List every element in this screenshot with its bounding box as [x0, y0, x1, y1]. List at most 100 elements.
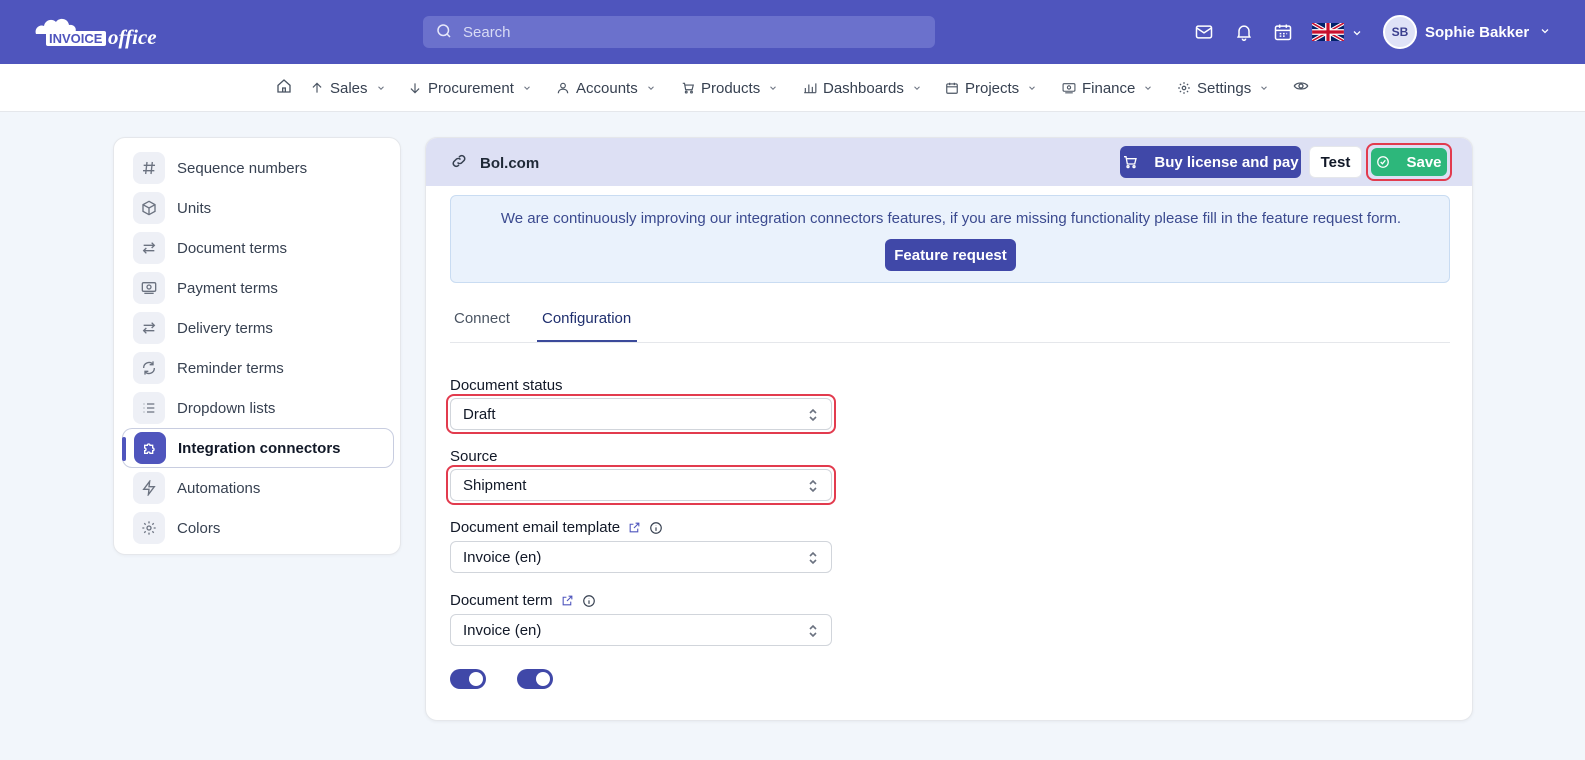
panel-title: Bol.com: [450, 152, 539, 174]
sidebar-item-payment-terms[interactable]: Payment terms: [122, 268, 394, 308]
sidebar-item-reminder-terms[interactable]: Reminder terms: [122, 348, 394, 388]
bell-icon[interactable]: [1234, 22, 1254, 42]
info-text: We are continuously improving our integr…: [500, 210, 1402, 227]
sidebar-item-sequence-numbers[interactable]: Sequence numbers: [122, 148, 394, 188]
mail-icon[interactable]: [1194, 22, 1214, 42]
chevron-down-icon: [1143, 83, 1153, 93]
nav-accounts[interactable]: Accounts: [556, 78, 656, 98]
test-button[interactable]: Test: [1309, 146, 1362, 178]
email-template-select[interactable]: Invoice (en): [450, 541, 832, 573]
document-term-label: Document term: [450, 592, 596, 609]
svg-text:office: office: [108, 25, 157, 49]
connector-panel: Bol.com Buy license and pay Test Save We…: [425, 137, 1473, 721]
nav-label: Finance: [1082, 79, 1136, 97]
nav-label: Procurement: [428, 79, 514, 97]
field-label-text: Source: [450, 448, 498, 465]
tab-active-underline: [537, 340, 637, 342]
arrows-swap-icon: [133, 232, 165, 264]
banknote-icon: [133, 272, 165, 304]
nav-procurement[interactable]: Procurement: [408, 78, 532, 98]
sidebar-item-document-terms[interactable]: Document terms: [122, 228, 394, 268]
settings-sidebar: Sequence numbers Units Document terms Pa…: [113, 137, 401, 555]
chevron-down-icon: [1259, 83, 1269, 93]
info-icon[interactable]: [649, 521, 663, 535]
nav-dashboards[interactable]: Dashboards: [803, 78, 922, 98]
nav-label: Products: [701, 79, 761, 97]
info-icon[interactable]: [582, 594, 596, 608]
nav-finance[interactable]: Finance: [1062, 78, 1153, 98]
arrow-up-icon: [310, 81, 324, 95]
sidebar-item-delivery-terms[interactable]: Delivery terms: [122, 308, 394, 348]
toggle-knob: [469, 672, 483, 686]
chevron-up-down-icon: [807, 551, 819, 569]
gear-icon: [1177, 81, 1191, 95]
nav-label: Projects: [965, 79, 1020, 97]
chevron-down-icon: [1539, 24, 1551, 40]
sidebar-item-label: Delivery terms: [177, 319, 273, 337]
search-bar[interactable]: [423, 16, 935, 48]
calendar-icon[interactable]: [1273, 22, 1293, 42]
external-link-icon[interactable]: [561, 594, 574, 607]
toggle-switch[interactable]: [450, 669, 486, 689]
tab-configuration[interactable]: Configuration: [542, 310, 631, 327]
panel-header: Bol.com Buy license and pay Test Save: [426, 138, 1472, 186]
document-term-select[interactable]: Invoice (en): [450, 614, 832, 646]
feature-request-button[interactable]: Feature request: [885, 239, 1016, 271]
source-label: Source: [450, 448, 498, 465]
sidebar-item-dropdown-lists[interactable]: Dropdown lists: [122, 388, 394, 428]
tab-connect[interactable]: Connect: [454, 310, 510, 327]
nav-label: Settings: [1197, 79, 1252, 97]
select-value: Shipment: [463, 476, 527, 494]
nav-sales[interactable]: Sales: [310, 78, 386, 98]
gear-icon: [133, 512, 165, 544]
nav-home[interactable]: [276, 78, 292, 98]
nav-settings[interactable]: Settings: [1177, 78, 1269, 98]
sidebar-item-colors[interactable]: Colors: [122, 508, 394, 548]
chevron-down-icon: [646, 83, 656, 93]
search-input[interactable]: [463, 23, 903, 41]
nav-products[interactable]: Products: [681, 78, 778, 98]
nav-preview[interactable]: [1293, 78, 1309, 98]
select-value: Draft: [463, 405, 496, 423]
eye-icon: [1293, 78, 1309, 98]
cart-icon: [681, 81, 695, 95]
toggle-knob: [536, 672, 550, 686]
toggle-switch[interactable]: [517, 669, 553, 689]
user-name: Sophie Bakker: [1425, 23, 1530, 41]
external-link-icon[interactable]: [628, 521, 641, 534]
save-highlight: Save: [1366, 143, 1452, 181]
uk-flag-icon[interactable]: [1311, 21, 1345, 43]
sidebar-item-label: Payment terms: [177, 279, 278, 297]
field-label-text: Document email template: [450, 519, 621, 536]
cart-icon: [1122, 154, 1146, 170]
feature-request-label: Feature request: [894, 246, 1007, 264]
cube-icon: [133, 192, 165, 224]
main-nav: Sales Procurement Accounts Products Dash…: [0, 64, 1585, 112]
user-icon: [556, 81, 570, 95]
info-banner: We are continuously improving our integr…: [450, 195, 1450, 283]
save-button[interactable]: Save: [1371, 148, 1447, 176]
active-indicator: [122, 437, 126, 461]
nav-projects[interactable]: Projects: [945, 78, 1037, 98]
chevron-down-icon: [768, 83, 778, 93]
chevron-down-icon[interactable]: [1351, 26, 1363, 42]
search-icon: [435, 22, 453, 43]
document-status-label: Document status: [450, 377, 563, 394]
buy-license-label: Buy license and pay: [1154, 153, 1299, 171]
nav-label: Sales: [330, 79, 368, 97]
sidebar-item-automations[interactable]: Automations: [122, 468, 394, 508]
chevron-down-icon: [376, 83, 386, 93]
home-icon: [276, 78, 292, 98]
document-status-select[interactable]: Draft: [450, 398, 832, 430]
calendar-icon: [945, 81, 959, 95]
panel-title-text: Bol.com: [480, 154, 540, 172]
invoiceoffice-logo[interactable]: INVOICE office: [32, 14, 174, 50]
field-label-text: Document status: [450, 377, 563, 394]
user-menu[interactable]: SB Sophie Bakker: [1383, 14, 1551, 50]
chevron-up-down-icon: [807, 408, 819, 426]
sidebar-item-integration-connectors[interactable]: Integration connectors: [122, 428, 394, 468]
money-icon: [1062, 81, 1076, 95]
buy-license-button[interactable]: Buy license and pay: [1120, 146, 1301, 178]
sidebar-item-units[interactable]: Units: [122, 188, 394, 228]
source-select[interactable]: Shipment: [450, 469, 832, 501]
